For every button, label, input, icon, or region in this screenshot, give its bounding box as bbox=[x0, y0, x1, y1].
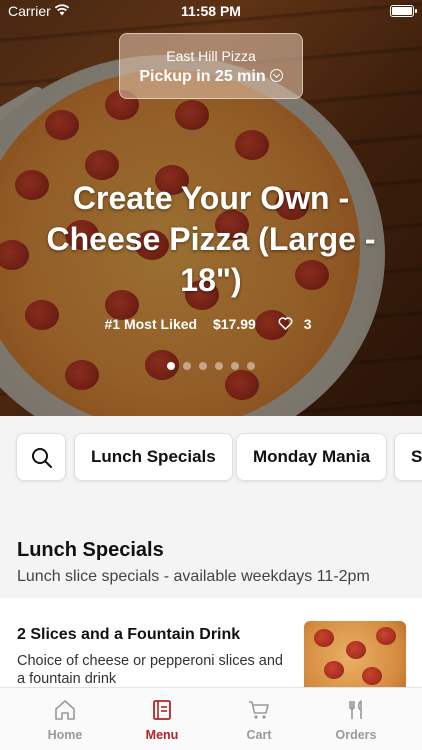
tab-home[interactable]: Home bbox=[16, 688, 114, 750]
category-chip-next[interactable]: S bbox=[394, 433, 422, 481]
tab-label: Home bbox=[47, 728, 83, 742]
menu-item-name: 2 Slices and a Fountain Drink bbox=[17, 626, 241, 643]
menu-book-icon bbox=[153, 700, 171, 720]
likes-count: 3 bbox=[272, 316, 318, 332]
battery-icon bbox=[390, 5, 417, 17]
carousel-dot[interactable] bbox=[183, 362, 191, 370]
menu-item-description: Choice of cheese or pepperoni slices and… bbox=[17, 653, 283, 687]
tab-orders[interactable]: Orders bbox=[307, 688, 405, 750]
category-chip-monday-mania[interactable]: Monday Mania bbox=[236, 433, 388, 481]
category-bar: Lunch Specials Monday Mania S bbox=[0, 416, 422, 496]
cart-icon bbox=[249, 701, 269, 719]
search-icon bbox=[32, 448, 52, 468]
chevron-down-icon bbox=[269, 69, 283, 82]
category-chip-lunch-specials[interactable]: Lunch Specials bbox=[74, 433, 233, 481]
pickup-eta: Pickup in 25 min bbox=[120, 68, 302, 86]
carousel-dot[interactable] bbox=[231, 362, 239, 370]
tab-label: Menu bbox=[145, 728, 179, 742]
carousel-dot[interactable] bbox=[215, 362, 223, 370]
home-icon bbox=[55, 700, 75, 720]
carousel-dot[interactable] bbox=[199, 362, 207, 370]
featured-item-title[interactable]: Create Your Own - Cheese Pizza (Large - … bbox=[30, 178, 392, 301]
clock: 11:58 PM bbox=[181, 3, 241, 19]
pickup-selector[interactable]: East Hill Pizza Pickup in 25 min bbox=[119, 33, 303, 99]
tab-label: Orders bbox=[335, 728, 377, 742]
menu-item[interactable]: 2 Slices and a Fountain Drink Choice of … bbox=[0, 598, 422, 701]
fork-knife-icon bbox=[349, 700, 362, 719]
status-bar: Carrier 11:58 PM bbox=[0, 0, 422, 22]
tab-label: Cart bbox=[246, 728, 272, 742]
tab-bar: Home Menu Cart Orders bbox=[0, 687, 422, 750]
most-liked-badge: #1 Most Liked bbox=[104, 316, 198, 332]
search-button[interactable] bbox=[16, 433, 66, 481]
featured-item-meta: #1 Most Liked $17.99 3 bbox=[0, 316, 422, 332]
carousel-dots[interactable] bbox=[0, 357, 422, 375]
section-title: Lunch Specials bbox=[17, 539, 164, 561]
tab-menu[interactable]: Menu bbox=[113, 688, 211, 750]
featured-item-price: $17.99 bbox=[212, 316, 256, 332]
tab-cart[interactable]: Cart bbox=[210, 688, 308, 750]
carousel-dot[interactable] bbox=[167, 362, 175, 370]
carousel-dot[interactable] bbox=[247, 362, 255, 370]
store-name: East Hill Pizza bbox=[166, 48, 256, 64]
menu-section-header: Lunch Specials Lunch slice specials - av… bbox=[0, 496, 422, 596]
heart-icon bbox=[278, 317, 293, 330]
section-description: Lunch slice specials - available weekday… bbox=[17, 568, 370, 585]
